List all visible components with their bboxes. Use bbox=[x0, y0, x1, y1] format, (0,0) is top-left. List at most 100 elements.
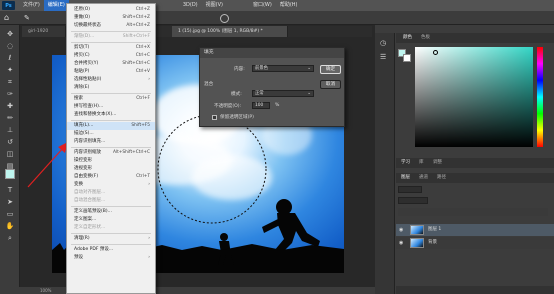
dialog-title: 填充 bbox=[200, 48, 344, 58]
menu-item-define-custom-shape[interactable]: 定义自定形状... bbox=[67, 224, 155, 232]
menu-item-puppet-warp[interactable]: 操控变形 bbox=[67, 157, 155, 165]
menu-item-search[interactable]: 搜索 Ctrl+F bbox=[67, 95, 155, 103]
visibility-eye-icon[interactable]: ◉ bbox=[399, 237, 403, 249]
ok-button[interactable]: 确定 bbox=[320, 65, 341, 74]
menu-plugins[interactable] bbox=[227, 0, 249, 11]
mode-label: 模式: bbox=[231, 92, 242, 97]
menu-item-copy[interactable]: 拷贝(C) Ctrl+C bbox=[67, 52, 155, 60]
clone-stamp-tool-icon[interactable]: ⊥ bbox=[4, 125, 16, 135]
status-bar: 100% bbox=[0, 287, 375, 294]
tab-channels[interactable]: 通道 bbox=[416, 173, 431, 183]
mode-select[interactable]: 正常 ⌄ bbox=[252, 90, 314, 97]
tab-left-document[interactable]: girl-1920 bbox=[22, 26, 66, 37]
menu-item-adobe-pdf-presets[interactable]: Adobe PDF 预设... bbox=[67, 246, 155, 254]
menu-item-fade[interactable]: 渐隐(D)... Shift+Ctrl+F bbox=[67, 33, 155, 41]
tab-learn[interactable]: 学习 bbox=[398, 158, 413, 168]
cancel-button[interactable]: 取消 bbox=[320, 80, 341, 89]
menu-3d[interactable]: 3D(D) bbox=[179, 0, 202, 11]
tab-paths[interactable]: 路径 bbox=[434, 173, 449, 183]
tab-layers[interactable]: 图层 bbox=[398, 173, 413, 183]
menu-item-define-pattern[interactable]: 定义图案... bbox=[67, 216, 155, 224]
eraser-tool-icon[interactable]: ◫ bbox=[4, 149, 16, 159]
menu-item-copy-merged[interactable]: 合并拷贝(Y) Shift+Ctrl+C bbox=[67, 60, 155, 68]
zoom-tool-icon[interactable]: ⌕ bbox=[4, 233, 16, 243]
sample-ring-icon[interactable] bbox=[220, 14, 229, 23]
tab-swatches[interactable]: 色板 bbox=[418, 33, 433, 43]
menu-item-find-replace[interactable]: 查找和替换文本(X)... bbox=[67, 111, 155, 119]
preserve-transparency-checkbox[interactable] bbox=[212, 115, 217, 120]
hue-slider[interactable] bbox=[537, 47, 543, 147]
menu-item-auto-blend-layers[interactable]: 自动混合图层... bbox=[67, 197, 155, 205]
menu-item-cut[interactable]: 剪切(T) Ctrl+X bbox=[67, 44, 155, 52]
shape-tool-icon[interactable]: ▭ bbox=[4, 209, 16, 219]
menu-item-free-transform[interactable]: 自由变换(F) Ctrl+T bbox=[67, 173, 155, 181]
menu-item-define-brush[interactable]: 定义画笔预设(B)... bbox=[67, 208, 155, 216]
layer-row[interactable]: ◉ 背景 bbox=[396, 237, 554, 249]
menu-item-stroke[interactable]: 描边(S)... bbox=[67, 130, 155, 138]
menu-item-redo[interactable]: 重做(O) Shift+Ctrl+Z bbox=[67, 14, 155, 22]
menu-item-content-aware-fill[interactable]: 内容识别填充... bbox=[67, 138, 155, 146]
menu-item-paste[interactable]: 粘贴(P) Ctrl+V bbox=[67, 68, 155, 76]
hand-tool-icon[interactable]: ✋ bbox=[4, 221, 16, 231]
marquee-tool-icon[interactable]: ◌ bbox=[4, 41, 16, 51]
layer-name: 背景 bbox=[428, 240, 437, 245]
menu-item-perspective-warp[interactable]: 透视变形 bbox=[67, 165, 155, 173]
color-picker-field[interactable] bbox=[415, 47, 533, 147]
menu-item-content-aware-scale[interactable]: 内容识别缩放 Alt+Shift+Ctrl+C bbox=[67, 149, 155, 157]
foreground-color-swatch[interactable] bbox=[5, 169, 15, 179]
menu-file[interactable]: 文件(F) bbox=[19, 0, 44, 11]
menu-item-undo[interactable]: 还原(O) Ctrl+Z bbox=[67, 6, 155, 14]
opacity-unit: % bbox=[275, 103, 280, 108]
menu-item-transform[interactable]: 变换 › bbox=[67, 181, 155, 189]
history-brush-tool-icon[interactable]: ↺ bbox=[4, 137, 16, 147]
tools-panel: ✥ ◌ ℓ ✦ ⌗ ✑ ✚ ✏ ⊥ ↺ ◫ ▤ ✒ T ➤ ▭ ✋ ⌕ bbox=[0, 25, 20, 294]
panel-icon-strip: ◷ ☰ bbox=[375, 33, 395, 294]
home-icon[interactable]: ⌂ bbox=[4, 13, 14, 23]
menu-view[interactable]: 视图(V) bbox=[202, 0, 227, 11]
menu-item-presets[interactable]: 预设 › bbox=[67, 254, 155, 262]
preserve-transparency-label: 保留透明区域(P) bbox=[220, 115, 254, 120]
tab-color[interactable]: 颜色 bbox=[400, 33, 415, 43]
tab-active-document[interactable]: 1 (15).jpg @ 100% (图层 1, RGB/8#) * bbox=[172, 26, 288, 37]
panel-background-swatch[interactable] bbox=[403, 54, 411, 62]
move-tool-icon[interactable]: ✥ bbox=[4, 29, 16, 39]
history-icon[interactable]: ◷ bbox=[380, 39, 386, 47]
healing-brush-tool-icon[interactable]: ✚ bbox=[4, 101, 16, 111]
menu-item-paste-special[interactable]: 选择性粘贴(I) › bbox=[67, 76, 155, 84]
menu-filter[interactable] bbox=[157, 0, 179, 11]
menu-item-auto-align-layers[interactable]: 自动对齐图层... bbox=[67, 189, 155, 197]
photoshop-logo: Ps bbox=[2, 1, 15, 10]
menu-item-clear[interactable]: 清除(E) bbox=[67, 84, 155, 92]
circular-selection[interactable] bbox=[156, 113, 268, 225]
picker-cursor[interactable] bbox=[433, 50, 438, 55]
properties-icon[interactable]: ☰ bbox=[380, 53, 386, 61]
blend-mode-select[interactable] bbox=[398, 197, 428, 204]
fill-dialog: 填充 内容: 前景色 ⌄ 混合 模式: 正常 ⌄ 不透明度(O): 100 % 保留… bbox=[199, 47, 345, 127]
menu-item-fill[interactable]: 填充(L)... Shift+F5 bbox=[67, 122, 155, 130]
tab-adjustments[interactable]: 调整 bbox=[430, 158, 445, 168]
layer-row[interactable]: ◉ 图层 1 bbox=[396, 224, 554, 236]
content-select[interactable]: 前景色 ⌄ bbox=[252, 65, 314, 72]
type-tool-icon[interactable]: T bbox=[4, 185, 16, 195]
lock-row bbox=[398, 208, 548, 216]
layer-thumbnail bbox=[410, 225, 424, 235]
opacity-input[interactable]: 100 bbox=[252, 102, 270, 109]
eyedropper-tool-icon[interactable]: ✑ bbox=[4, 89, 16, 99]
tab-libraries[interactable]: 库 bbox=[416, 158, 427, 168]
brush-tool-icon[interactable]: ✏ bbox=[4, 113, 16, 123]
menu-item-toggle-last-state[interactable]: 切换最终状态 Alt+Ctrl+Z bbox=[67, 22, 155, 30]
visibility-eye-icon[interactable]: ◉ bbox=[399, 224, 403, 236]
eyedropper-icon[interactable]: ✎ bbox=[24, 13, 34, 23]
menu-item-purge[interactable]: 清理(R) › bbox=[67, 235, 155, 243]
quick-select-tool-icon[interactable]: ✦ bbox=[4, 65, 16, 75]
layer-filter-select[interactable] bbox=[398, 186, 422, 193]
menu-item-spell-check[interactable]: 拼写检查(H)... bbox=[67, 103, 155, 111]
opacity-label: 不透明度(O): bbox=[214, 104, 242, 109]
menu-window[interactable]: 窗口(W) bbox=[249, 0, 276, 11]
path-select-tool-icon[interactable]: ➤ bbox=[4, 197, 16, 207]
layer-thumbnail bbox=[410, 238, 424, 248]
menu-help[interactable]: 帮助(H) bbox=[276, 0, 302, 11]
lasso-tool-icon[interactable]: ℓ bbox=[4, 53, 16, 63]
layer-name: 图层 1 bbox=[428, 227, 442, 232]
crop-tool-icon[interactable]: ⌗ bbox=[4, 77, 16, 87]
